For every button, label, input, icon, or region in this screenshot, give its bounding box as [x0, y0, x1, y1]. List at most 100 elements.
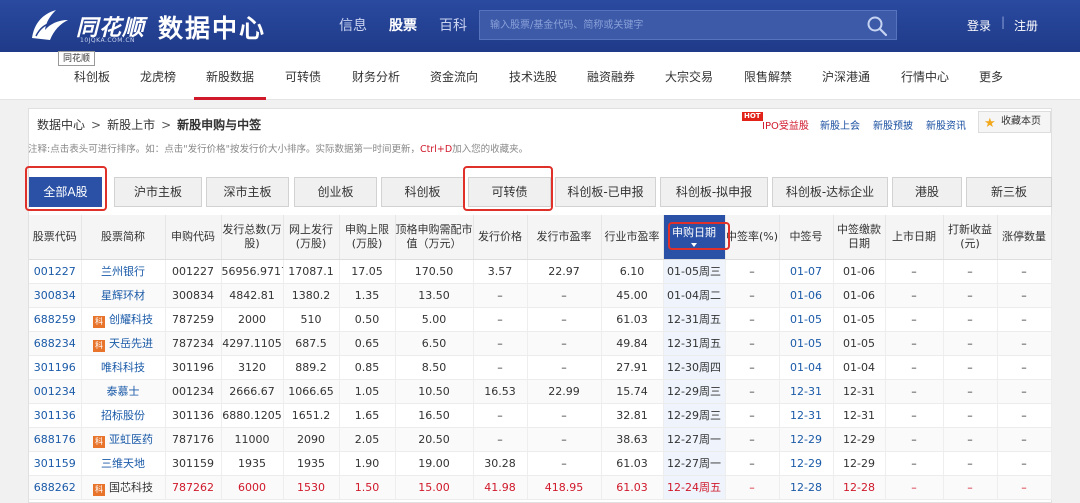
cell-code[interactable]: 688234	[29, 331, 82, 356]
tab-hk[interactable]: 港股	[892, 177, 962, 207]
favorite-button[interactable]: ★ 收藏本页	[978, 111, 1051, 133]
quick-link-review[interactable]: 新股上会	[820, 117, 860, 132]
cell-lucky[interactable]: 01-06	[779, 283, 834, 308]
subnav-item-kechuang[interactable]: 科创板	[74, 68, 110, 85]
cell-name[interactable]: 科天岳先进	[81, 331, 166, 356]
cell-code[interactable]: 688262	[29, 475, 82, 500]
cell-lucky[interactable]: 01-07	[779, 259, 834, 284]
col-header-pe[interactable]: 发行市盈率	[527, 215, 602, 260]
topnav-stock[interactable]: 股票	[389, 15, 417, 35]
cell-lucky[interactable]: 12-31	[779, 403, 834, 428]
subnav-item-ipo-data[interactable]: 新股数据	[206, 68, 254, 85]
topnav-wiki[interactable]: 百科	[439, 15, 467, 35]
cell-code[interactable]: 688259	[29, 307, 82, 332]
subnav-item-more[interactable]: 更多	[979, 68, 1003, 85]
col-header-total[interactable]: 发行总数(万股)	[221, 215, 284, 260]
tab-star-qualified[interactable]: 科创板-达标企业	[772, 177, 888, 207]
cell-lucky[interactable]: 12-29	[779, 427, 834, 452]
tab-star-filed[interactable]: 科创板-已申报	[555, 177, 656, 207]
cell-lucky[interactable]: 01-05	[779, 307, 834, 332]
subnav-item-block-trade[interactable]: 大宗交易	[665, 68, 713, 85]
cell-name[interactable]: 唯科科技	[81, 355, 166, 380]
col-header-gain[interactable]: 打新收益(元)	[943, 215, 998, 260]
subnav-item-fund-flow[interactable]: 资金流向	[430, 68, 478, 85]
cell-pay: 01-06	[833, 259, 886, 284]
tab-gem[interactable]: 创业板	[294, 177, 377, 207]
cell-lucky[interactable]: 01-04	[779, 355, 834, 380]
subnav-item-margin[interactable]: 融资融券	[587, 68, 635, 85]
cell-code[interactable]: 301136	[29, 403, 82, 428]
cell-lucky[interactable]: 12-29	[779, 451, 834, 476]
search-input[interactable]	[480, 11, 850, 39]
col-header-pay[interactable]: 中签缴款日期	[833, 215, 886, 260]
table-row[interactable]: 688259 科创耀科技 787259 2000 510 0.50 5.00 – – 61.03 1…	[29, 307, 1052, 332]
quick-link-predisclosure[interactable]: 新股预披	[873, 117, 913, 132]
cell-code[interactable]: 001227	[29, 259, 82, 284]
col-header-cap[interactable]: 顶格申购需配市值（万元）	[395, 215, 474, 260]
col-header-code[interactable]: 股票代码	[29, 215, 82, 260]
table-row[interactable]: 301159 三维天地 301159 1935 1935 1.90 19.00 30.28 – 6…	[29, 451, 1052, 476]
subnav-item-tech-pick[interactable]: 技术选股	[509, 68, 557, 85]
cell-cap: 170.50	[395, 259, 474, 284]
cell-lucky[interactable]: 01-05	[779, 331, 834, 356]
table-row[interactable]: 301196 唯科科技 301196 3120 889.2 0.85 8.50 – – 27.91…	[29, 355, 1052, 380]
breadcrumb-home[interactable]: 数据中心	[37, 118, 85, 132]
cell-name[interactable]: 三维天地	[81, 451, 166, 476]
subnav-item-finance[interactable]: 财务分析	[352, 68, 400, 85]
col-header-online[interactable]: 网上发行(万股)	[283, 215, 340, 260]
cell-name[interactable]: 招标股份	[81, 403, 166, 428]
table-row[interactable]: 688262 科国芯科技 787262 6000 1530 1.50 15.00 41.98 4…	[29, 475, 1052, 500]
col-header-name[interactable]: 股票简称	[81, 215, 166, 260]
tab-sz-main[interactable]: 深市主板	[206, 177, 289, 207]
cell-lucky-value: 12-31	[790, 384, 822, 398]
table-row[interactable]: 001234 泰慕士 001234 2666.67 1066.65 1.05 10.50 16…	[29, 379, 1052, 404]
subnav-item-connect[interactable]: 沪深港通	[822, 68, 870, 85]
cell-pe: –	[527, 283, 602, 308]
tab-star[interactable]: 科创板	[381, 177, 464, 207]
cell-name[interactable]: 科亚虹医药	[81, 427, 166, 452]
cell-lucky[interactable]: 12-31	[779, 379, 834, 404]
col-header-sub-code[interactable]: 申购代码	[165, 215, 222, 260]
col-header-limit[interactable]: 申购上限(万股)	[339, 215, 396, 260]
login-link[interactable]: 登录	[967, 17, 991, 34]
breadcrumb-ipo[interactable]: 新股上市	[107, 118, 155, 132]
subnav-item-longhu[interactable]: 龙虎榜	[140, 68, 176, 85]
cell-name[interactable]: 兰州银行	[81, 259, 166, 284]
table-row[interactable]: 001227 兰州银行 001227 56956.9717 17087.1 17.05 17…	[29, 259, 1052, 284]
cell-gain-value: –	[967, 336, 973, 350]
table-row[interactable]: 688234 科天岳先进 787234 4297.1105 687.5 0.65 6.50 –…	[29, 331, 1052, 356]
cell-code[interactable]: 688176	[29, 427, 82, 452]
cell-name[interactable]: 泰慕士	[81, 379, 166, 404]
quick-link-news[interactable]: 新股资讯	[926, 117, 966, 132]
quick-link-ipo-benefit[interactable]: IPO受益股	[762, 117, 809, 132]
col-header-rate[interactable]: 中签率(%)	[725, 215, 780, 260]
search-icon[interactable]	[866, 15, 888, 37]
cell-date-value: 12-31周五	[667, 337, 721, 350]
cell-code[interactable]: 301159	[29, 451, 82, 476]
col-header-price[interactable]: 发行价格	[473, 215, 528, 260]
subnav-item-market[interactable]: 行情中心	[901, 68, 949, 85]
col-header-list[interactable]: 上市日期	[885, 215, 944, 260]
table-row[interactable]: 301136 招标股份 301136 6880.1205 1651.2 1.65 16.50…	[29, 403, 1052, 428]
cell-code[interactable]: 300834	[29, 283, 82, 308]
cell-cap-value: 170.50	[414, 264, 454, 278]
cell-name[interactable]: 科创耀科技	[81, 307, 166, 332]
col-header-industry-pe[interactable]: 行业市盈率	[601, 215, 664, 260]
register-link[interactable]: 注册	[1014, 17, 1038, 34]
cell-code[interactable]: 001234	[29, 379, 82, 404]
cell-name[interactable]: 星辉环材	[81, 283, 166, 308]
topnav-info[interactable]: 信息	[339, 15, 367, 35]
cell-lucky[interactable]: 12-28	[779, 475, 834, 500]
tab-sh-main[interactable]: 沪市主板	[114, 177, 202, 207]
logo-icon[interactable]	[28, 6, 72, 46]
subnav-item-convertible[interactable]: 可转债	[285, 68, 321, 85]
cell-code[interactable]: 301196	[29, 355, 82, 380]
table-row[interactable]: 300834 星辉环材 300834 4842.81 1380.2 1.35 13.50 – –…	[29, 283, 1052, 308]
tab-neeq[interactable]: 新三板	[966, 177, 1052, 207]
col-header-limit-up[interactable]: 涨停数量	[997, 215, 1052, 260]
table-row[interactable]: 688176 科亚虹医药 787176 11000 2090 2.05 20.50 – – 38.…	[29, 427, 1052, 452]
cell-name[interactable]: 科国芯科技	[81, 475, 166, 500]
col-header-lucky[interactable]: 中签号	[779, 215, 834, 260]
tab-star-planned[interactable]: 科创板-拟申报	[660, 177, 768, 207]
subnav-item-unlock[interactable]: 限售解禁	[744, 68, 792, 85]
